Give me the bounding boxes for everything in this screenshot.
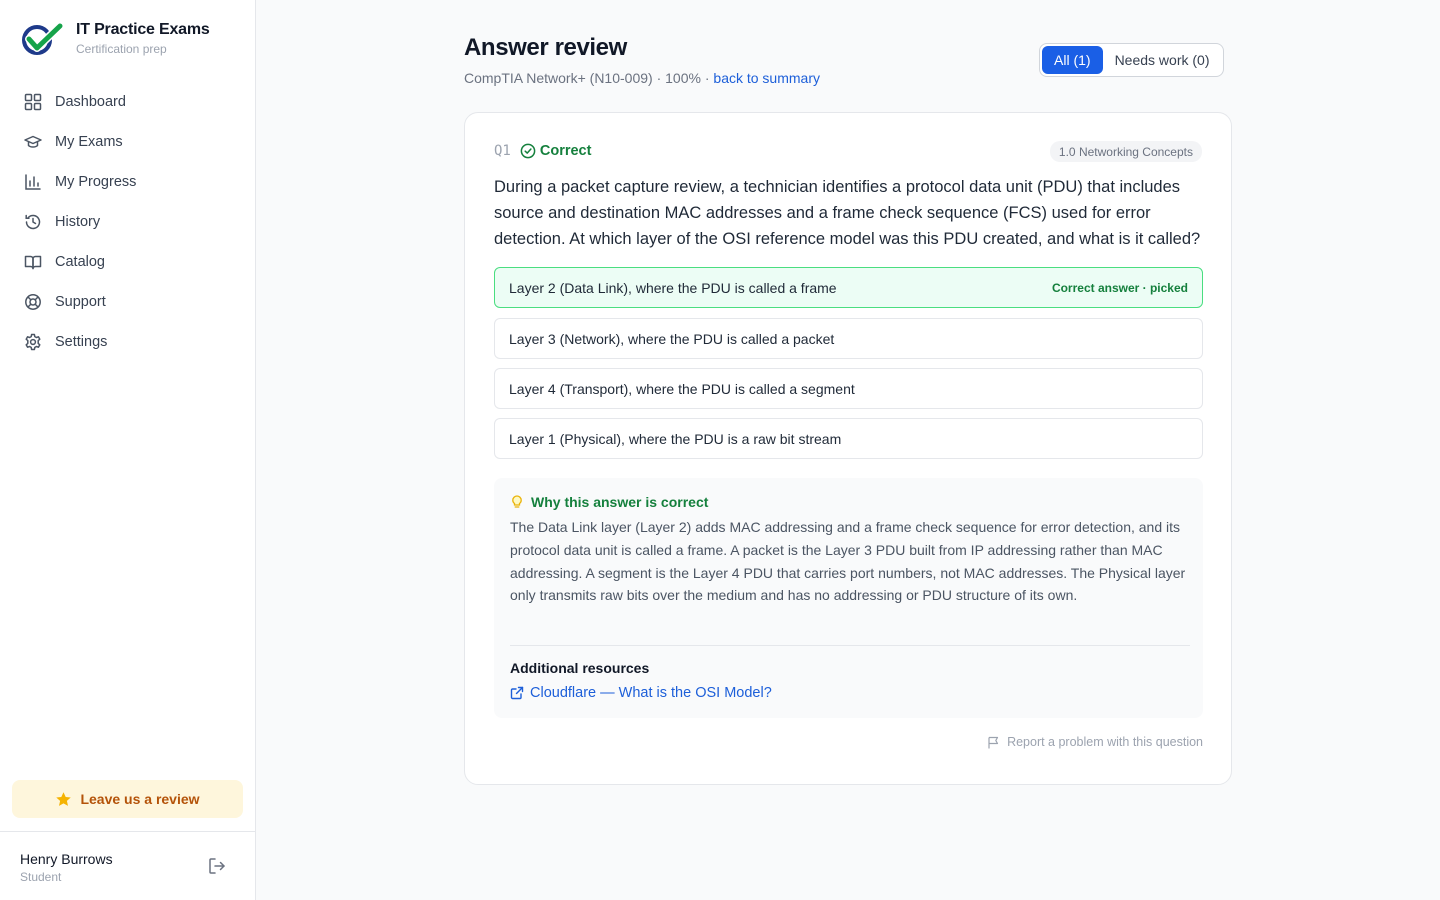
page-title: Answer review bbox=[464, 34, 627, 61]
star-icon bbox=[56, 791, 72, 806]
sidebar-item-settings[interactable]: Settings bbox=[12, 322, 244, 362]
user-role: Student bbox=[20, 870, 62, 884]
leave-review-label: Leave us a review bbox=[80, 791, 200, 807]
graduation-cap-icon bbox=[24, 135, 42, 148]
book-icon bbox=[24, 255, 42, 270]
sidebar-item-history[interactable]: History bbox=[12, 202, 244, 242]
explanation-title: Why this answer is correct bbox=[531, 494, 709, 510]
question-status: Correct bbox=[539, 143, 592, 159]
answer-option-text: Layer 3 (Network), where the PDU is call… bbox=[509, 330, 835, 347]
sidebar: IT Practice Exams Certification prep Das… bbox=[0, 0, 256, 900]
answer-option[interactable]: Layer 4 (Transport), where the PDU is ca… bbox=[494, 368, 1203, 409]
brand-title: IT Practice Exams bbox=[76, 21, 210, 38]
answer-option-text: Layer 1 (Physical), where the PDU is a r… bbox=[509, 430, 842, 447]
sidebar-item-my-progress[interactable]: My Progress bbox=[12, 162, 244, 202]
resources-title: Additional resources bbox=[510, 660, 650, 676]
answer-filter-toggle: All (1) Needs work (0) bbox=[1039, 43, 1225, 77]
report-problem-label: Report a problem with this question bbox=[1007, 735, 1203, 749]
sidebar-item-label: Support bbox=[55, 294, 106, 310]
page-subtitle: CompTIA Network+ (N10-009) · 100% · back… bbox=[464, 70, 820, 86]
sidebar-item-label: History bbox=[55, 214, 101, 230]
resource-link[interactable]: Cloudflare — What is the OSI Model? bbox=[510, 685, 772, 701]
gear-icon bbox=[25, 333, 41, 351]
sidebar-item-dashboard[interactable]: Dashboard bbox=[12, 82, 244, 122]
answer-option[interactable]: Layer 1 (Physical), where the PDU is a r… bbox=[494, 418, 1203, 459]
sidebar-item-label: Catalog bbox=[55, 254, 105, 270]
explanation-panel: Why this answer is correct The Data Link… bbox=[494, 478, 1203, 718]
divider bbox=[510, 645, 1190, 646]
question-header: Q1 Correct bbox=[494, 143, 591, 159]
question-number: Q1 bbox=[494, 143, 511, 159]
sidebar-nav: Dashboard My Exams My Progress History C… bbox=[12, 82, 244, 362]
question-text: During a packet capture review, a techni… bbox=[494, 178, 1201, 248]
answer-option[interactable]: Layer 3 (Network), where the PDU is call… bbox=[494, 318, 1203, 359]
sidebar-item-support[interactable]: Support bbox=[12, 282, 244, 322]
dashboard-icon bbox=[24, 93, 42, 111]
meta-separator: · bbox=[656, 70, 662, 86]
resource-link-label: Cloudflare — What is the OSI Model? bbox=[530, 685, 772, 701]
domain-badge: 1.0 Networking Concepts bbox=[1049, 141, 1202, 162]
exam-score: 100% bbox=[665, 70, 701, 86]
exam-name: CompTIA Network+ (N10-009) bbox=[464, 70, 653, 86]
sidebar-item-label: Dashboard bbox=[55, 94, 126, 110]
explanation-text: The Data Link layer (Layer 2) adds MAC a… bbox=[510, 519, 1186, 604]
sidebar-item-catalog[interactable]: Catalog bbox=[12, 242, 244, 282]
history-icon bbox=[25, 214, 41, 230]
filter-needs-work-button[interactable]: Needs work (0) bbox=[1103, 46, 1222, 74]
flag-icon bbox=[988, 736, 999, 748]
logout-icon[interactable] bbox=[207, 856, 227, 876]
question-card: Q1 Correct 1.0 Networking Concepts Durin… bbox=[464, 112, 1232, 785]
sidebar-item-label: My Progress bbox=[55, 174, 137, 190]
user-panel: Henry Burrows Student bbox=[0, 831, 255, 900]
correct-picked-tag: Correct answer · picked bbox=[1051, 280, 1188, 295]
filter-all-button[interactable]: All (1) bbox=[1042, 46, 1103, 74]
answer-option-text: Layer 4 (Transport), where the PDU is ca… bbox=[509, 380, 855, 397]
bar-chart-icon bbox=[25, 174, 41, 190]
sidebar-item-label: My Exams bbox=[55, 134, 123, 150]
sidebar-item-label: Settings bbox=[55, 334, 108, 350]
meta-separator: · bbox=[704, 70, 710, 86]
answer-option[interactable]: Layer 2 (Data Link), where the PDU is ca… bbox=[494, 267, 1203, 308]
answer-option-text: Layer 2 (Data Link), where the PDU is ca… bbox=[509, 279, 837, 296]
lifebuoy-icon bbox=[25, 294, 41, 310]
external-link-icon bbox=[510, 686, 524, 700]
checkmark-logo-icon bbox=[22, 21, 64, 55]
report-problem-link[interactable]: Report a problem with this question bbox=[987, 735, 1203, 749]
lightbulb-icon bbox=[512, 495, 522, 508]
check-circle-icon bbox=[520, 143, 536, 159]
back-to-summary-link[interactable]: back to summary bbox=[713, 70, 820, 86]
sidebar-item-my-exams[interactable]: My Exams bbox=[12, 122, 244, 162]
explanation-header: Why this answer is correct bbox=[510, 494, 708, 510]
brand[interactable]: IT Practice Exams Certification prep bbox=[20, 20, 210, 57]
leave-review-button[interactable]: Leave us a review bbox=[12, 780, 243, 818]
brand-subtitle: Certification prep bbox=[76, 42, 167, 56]
user-name: Henry Burrows bbox=[20, 851, 113, 867]
